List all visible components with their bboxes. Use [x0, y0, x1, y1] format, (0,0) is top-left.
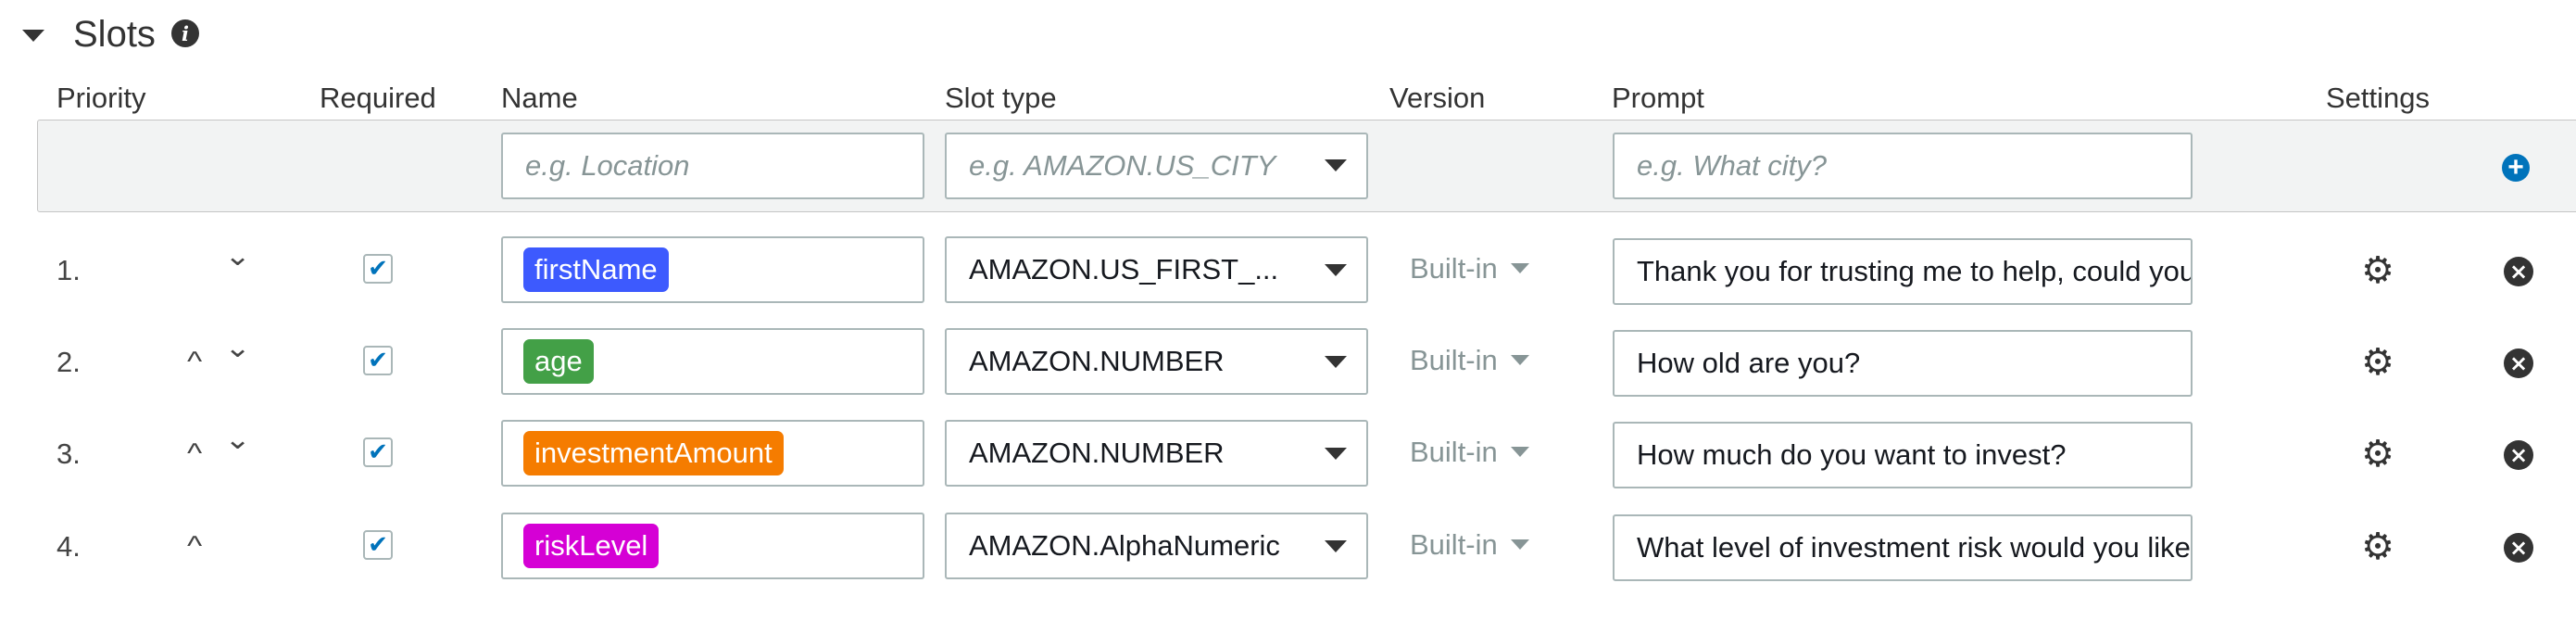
slot-1-priority-number: 1. — [57, 254, 81, 286]
slot-4-name-field[interactable]: riskLevel — [501, 513, 924, 579]
slot-3-move-up-chevron-up-icon[interactable]: ^ — [187, 440, 202, 468]
section-title: Slots — [73, 14, 156, 55]
slot-4-priority-number: 4. — [57, 530, 81, 563]
slot-4-prompt-input[interactable]: What level of investment risk would you … — [1613, 514, 2193, 581]
slot-3-name-field[interactable]: investmentAmount — [501, 420, 924, 487]
column-header-version: Version — [1389, 82, 1486, 114]
slot-3-version-select[interactable]: Built-in — [1410, 437, 1498, 466]
slot-1-version-select[interactable]: Built-in — [1410, 254, 1498, 283]
slot-4-settings-gear-icon[interactable]: ⚙ — [2360, 528, 2395, 565]
slot-2-version-select[interactable]: Built-in — [1410, 346, 1498, 374]
slot-3-type-select[interactable]: AMAZON.NUMBER — [945, 420, 1368, 487]
slot-4-version-caret-icon — [1511, 539, 1529, 550]
info-icon[interactable]: i — [171, 19, 199, 47]
slot-1-settings-gear-icon[interactable]: ⚙ — [2360, 252, 2395, 289]
section-collapse-caret-icon[interactable] — [22, 30, 44, 42]
slot-2-settings-gear-icon[interactable]: ⚙ — [2360, 344, 2395, 381]
column-header-priority: Priority — [57, 82, 146, 114]
slot-4-name-chip: riskLevel — [523, 524, 660, 568]
slot-1-name-chip: firstName — [523, 247, 669, 292]
new-slot-name-input[interactable]: e.g. Location — [501, 133, 924, 199]
slot-2-required-checkbox[interactable]: ✔ — [363, 346, 393, 375]
new-slot-prompt-input[interactable]: e.g. What city? — [1613, 133, 2193, 199]
new-slot-type-select[interactable]: e.g. AMAZON.US_CITY — [945, 133, 1368, 199]
column-header-settings: Settings — [2326, 82, 2431, 114]
new-slot-type-caret-icon — [1325, 159, 1347, 171]
slot-2-remove-close-icon[interactable]: × — [2504, 349, 2533, 378]
slot-1-prompt-input[interactable]: Thank you for trusting me to help, could… — [1613, 238, 2193, 305]
slot-3-type-caret-icon — [1325, 448, 1347, 460]
slot-3-version-caret-icon — [1511, 447, 1529, 457]
slot-2-version-caret-icon — [1511, 355, 1529, 365]
add-slot-plus-icon[interactable]: + — [2502, 154, 2530, 182]
slot-1-required-checkbox[interactable]: ✔ — [363, 254, 393, 284]
column-header-prompt: Prompt — [1612, 82, 1704, 114]
slot-3-priority-number: 3. — [57, 437, 81, 470]
slot-4-version-select[interactable]: Built-in — [1410, 530, 1498, 559]
slot-3-required-checkbox[interactable]: ✔ — [363, 437, 393, 467]
slot-2-move-up-chevron-up-icon[interactable]: ^ — [187, 349, 202, 376]
slot-2-name-chip: age — [523, 339, 594, 384]
slot-4-type-select[interactable]: AMAZON.AlphaNumeric — [945, 513, 1368, 579]
slot-3-name-chip: investmentAmount — [523, 431, 784, 475]
slot-3-settings-gear-icon[interactable]: ⚙ — [2360, 436, 2395, 473]
slot-3-move-down-chevron-down-icon[interactable]: ⌄ — [224, 426, 251, 454]
slot-2-name-field[interactable]: age — [501, 328, 924, 395]
slot-4-type-caret-icon — [1325, 540, 1347, 552]
slot-2-move-down-chevron-down-icon[interactable]: ⌄ — [224, 335, 251, 362]
slot-4-remove-close-icon[interactable]: × — [2504, 533, 2533, 563]
slot-1-version-caret-icon — [1511, 263, 1529, 273]
slot-2-prompt-input[interactable]: How old are you? — [1613, 330, 2193, 397]
slot-4-required-checkbox[interactable]: ✔ — [363, 530, 393, 560]
slot-1-remove-close-icon[interactable]: × — [2504, 257, 2533, 286]
slot-3-prompt-input[interactable]: How much do you want to invest? — [1613, 422, 2193, 488]
slot-1-move-down-chevron-down-icon[interactable]: ⌄ — [224, 243, 251, 271]
column-header-slot-type: Slot type — [945, 82, 1057, 114]
column-header-required: Required — [320, 82, 436, 114]
slot-2-priority-number: 2. — [57, 346, 81, 378]
slot-1-type-select[interactable]: AMAZON.US_FIRST_... — [945, 236, 1368, 303]
slot-2-type-caret-icon — [1325, 356, 1347, 368]
slot-1-type-caret-icon — [1325, 264, 1347, 276]
slot-2-type-select[interactable]: AMAZON.NUMBER — [945, 328, 1368, 395]
slot-4-move-up-chevron-up-icon[interactable]: ^ — [187, 533, 202, 561]
slot-3-remove-close-icon[interactable]: × — [2504, 440, 2533, 470]
slot-1-name-field[interactable]: firstName — [501, 236, 924, 303]
column-header-name: Name — [501, 82, 578, 114]
